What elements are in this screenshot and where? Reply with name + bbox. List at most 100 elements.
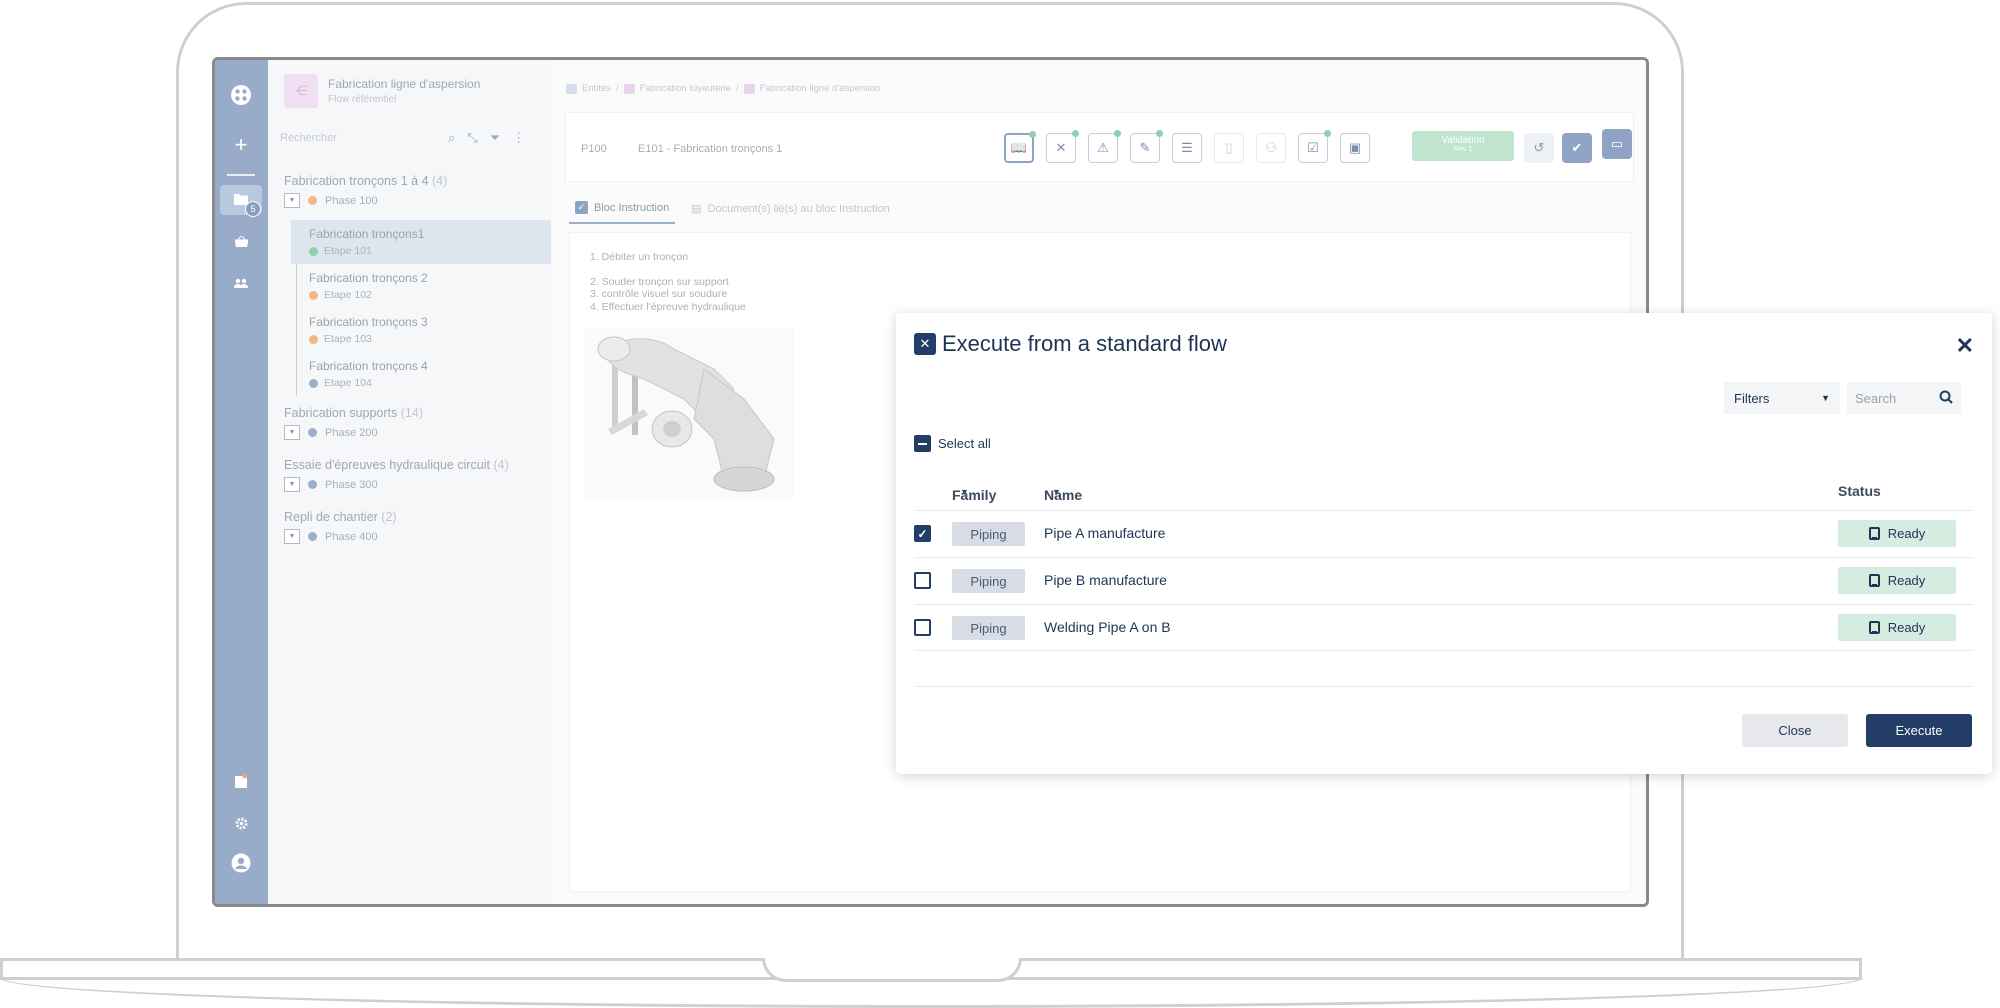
column-status: Status xyxy=(1838,483,1881,499)
basket-icon[interactable] xyxy=(228,228,254,254)
filters-dropdown[interactable]: Filters ▼ xyxy=(1724,382,1840,414)
people-icon[interactable]: ⚇ xyxy=(1256,133,1286,163)
image-icon[interactable]: ▣ xyxy=(1340,133,1370,163)
table-row[interactable]: ✓ Piping Pipe A manufacture Ready xyxy=(914,510,1974,557)
chevron-down-icon[interactable]: ▼ xyxy=(284,425,300,440)
content-tabs: ✓ Bloc Instruction ▤ Document(s) lié(s) … xyxy=(569,198,896,224)
table-header: Family ▼ Name ▼ Status xyxy=(952,483,1881,503)
step-name: E101 - Fabrication tronçons 1 xyxy=(638,143,783,155)
sidebar-search-input[interactable]: Rechercher xyxy=(280,132,470,144)
flow-name: Welding Pipe A on B xyxy=(1044,619,1171,635)
step-toolbar: P100 E101 - Fabrication tronçons 1 📖 ✕ ⚠… xyxy=(565,112,1634,182)
group-item[interactable]: Fabrication supports (14) xyxy=(284,406,423,420)
chevron-down-icon[interactable]: ▼ xyxy=(284,529,300,544)
status-badge: Ready xyxy=(1838,520,1956,547)
tablet-icon xyxy=(1868,621,1880,634)
toolbar-buttons: 📖 ✕ ⚠ ✎ ☰ ▯ ⚇ ☑ ▣ xyxy=(1004,130,1370,163)
folder-icon xyxy=(566,83,577,94)
caret-down-icon: ▼ xyxy=(1052,487,1061,497)
breadcrumb-item[interactable]: Fabrication ligne d'aspersion xyxy=(760,83,881,94)
step-item[interactable]: Fabrication tronçons 4 Etape 104 xyxy=(291,352,551,396)
sidebar-header: ⋲ Fabrication ligne d'aspersion Flow réf… xyxy=(284,74,480,108)
table-row[interactable]: Piping Welding Pipe A on B Ready xyxy=(914,604,1974,651)
breadcrumb-item[interactable]: Entités xyxy=(582,83,611,94)
user-account-icon[interactable] xyxy=(228,850,254,876)
table-row[interactable]: Piping Pipe B manufacture Ready xyxy=(914,557,1974,604)
step-item[interactable]: Fabrication tronçons 3 Etape 103 xyxy=(291,308,551,352)
status-dot xyxy=(308,532,317,541)
sidebar-subtitle: Flow référentiel xyxy=(328,94,397,105)
status-dot xyxy=(308,428,317,437)
undo-icon[interactable]: ↺ xyxy=(1524,133,1554,163)
flow-name: Pipe A manufacture xyxy=(1044,525,1166,541)
status-dot xyxy=(308,480,317,489)
group-item[interactable]: Repli de chantier (2) xyxy=(284,510,397,524)
flow-icon xyxy=(623,83,635,94)
search-icon[interactable] xyxy=(1939,390,1953,407)
row-checkbox[interactable]: ✓ xyxy=(914,525,931,542)
nav-rail: + 5 xyxy=(215,60,268,904)
sidebar-tools: ⌕ ⤡ ⏷ ⋮ xyxy=(448,130,525,146)
group-item[interactable]: Essaie d'épreuves hydraulique circuit (4… xyxy=(284,458,509,472)
add-icon[interactable]: + xyxy=(228,132,254,158)
step-item[interactable]: Fabrication tronçons1 Etape 101 xyxy=(291,220,551,264)
flow-icon xyxy=(743,83,755,94)
chevron-down-icon[interactable]: ▼ xyxy=(284,193,300,208)
clipboard-icon[interactable] xyxy=(228,768,254,794)
apps-grid-icon[interactable] xyxy=(228,82,254,108)
warning-icon[interactable]: ⚠ xyxy=(1088,130,1121,163)
select-all[interactable]: Select all xyxy=(914,435,991,452)
laptop-bottom xyxy=(0,978,1862,1008)
tab-instruction[interactable]: ✓ Bloc Instruction xyxy=(569,198,676,224)
checkbox-icon[interactable]: ☑ xyxy=(1298,130,1331,163)
search-input[interactable]: Search xyxy=(1847,382,1961,414)
close-icon[interactable]: ✕ xyxy=(1956,333,1974,359)
phase-row: ▼ Phase 100 xyxy=(284,193,378,208)
footer-divider xyxy=(914,686,1974,687)
checkbox-icon: ✓ xyxy=(575,201,588,214)
document-icon: ▤ xyxy=(691,203,702,215)
tools-icon[interactable]: ✕ xyxy=(1046,130,1079,163)
pipe-part-image xyxy=(584,329,794,499)
row-checkbox[interactable] xyxy=(914,619,931,636)
breadcrumb: Entités / Fabrication tuyauterie / Fabri… xyxy=(566,83,880,94)
rail-divider xyxy=(227,174,255,176)
status-dot xyxy=(308,196,317,205)
breadcrumb-item[interactable]: Fabrication tuyauterie xyxy=(640,83,731,94)
status-badge: Ready xyxy=(1838,614,1956,641)
tab-documents[interactable]: ▤ Document(s) lié(s) au bloc Instruction xyxy=(685,198,896,224)
flow-logo-icon: ⋲ xyxy=(284,74,318,108)
tablet-icon xyxy=(1868,574,1880,587)
tablet-icon[interactable]: ▭ xyxy=(1602,129,1632,159)
group-item[interactable]: Fabrication tronçons 1 à 4 (4) xyxy=(284,174,447,188)
tools-icon: ✕ xyxy=(914,333,936,355)
more-vertical-icon[interactable]: ⋮ xyxy=(512,130,525,146)
phase-row: ▼ Phase 300 xyxy=(284,477,378,492)
document-icon[interactable]: ▯ xyxy=(1214,133,1244,163)
users-icon[interactable] xyxy=(228,270,254,296)
search-icon[interactable]: ⌕ xyxy=(448,130,455,146)
status-badge: Ready xyxy=(1838,567,1956,594)
execute-button[interactable]: Execute xyxy=(1866,714,1972,747)
list-icon[interactable]: ☰ xyxy=(1172,133,1202,163)
family-tag: Piping xyxy=(952,616,1025,640)
step-code: P100 xyxy=(581,143,607,155)
check-circle-icon[interactable]: ✔ xyxy=(1562,133,1592,163)
chevron-down-icon[interactable]: ▼ xyxy=(284,477,300,492)
flow-sidebar: ⋲ Fabrication ligne d'aspersion Flow réf… xyxy=(268,60,551,904)
collapse-arrows-icon[interactable]: ⤡ xyxy=(467,130,477,146)
book-icon[interactable]: 📖 xyxy=(1004,131,1036,163)
status-dot xyxy=(309,378,318,388)
phase-row: ▼ Phase 200 xyxy=(284,425,378,440)
row-checkbox[interactable] xyxy=(914,572,931,589)
step-item[interactable]: Fabrication tronçons 2 Etape 102 xyxy=(291,264,551,308)
select-all-checkbox[interactable] xyxy=(914,435,931,452)
caret-down-icon: ▼ xyxy=(960,487,969,497)
validation-button[interactable]: Validation Rev 1 xyxy=(1412,131,1514,161)
filter-icon[interactable]: ⏷ xyxy=(490,130,500,146)
settings-gear-icon[interactable] xyxy=(228,810,254,836)
laptop-notch xyxy=(762,958,1022,982)
tablet-icon xyxy=(1868,527,1880,540)
close-button[interactable]: Close xyxy=(1742,714,1848,747)
edit-sign-icon[interactable]: ✎ xyxy=(1130,130,1163,163)
